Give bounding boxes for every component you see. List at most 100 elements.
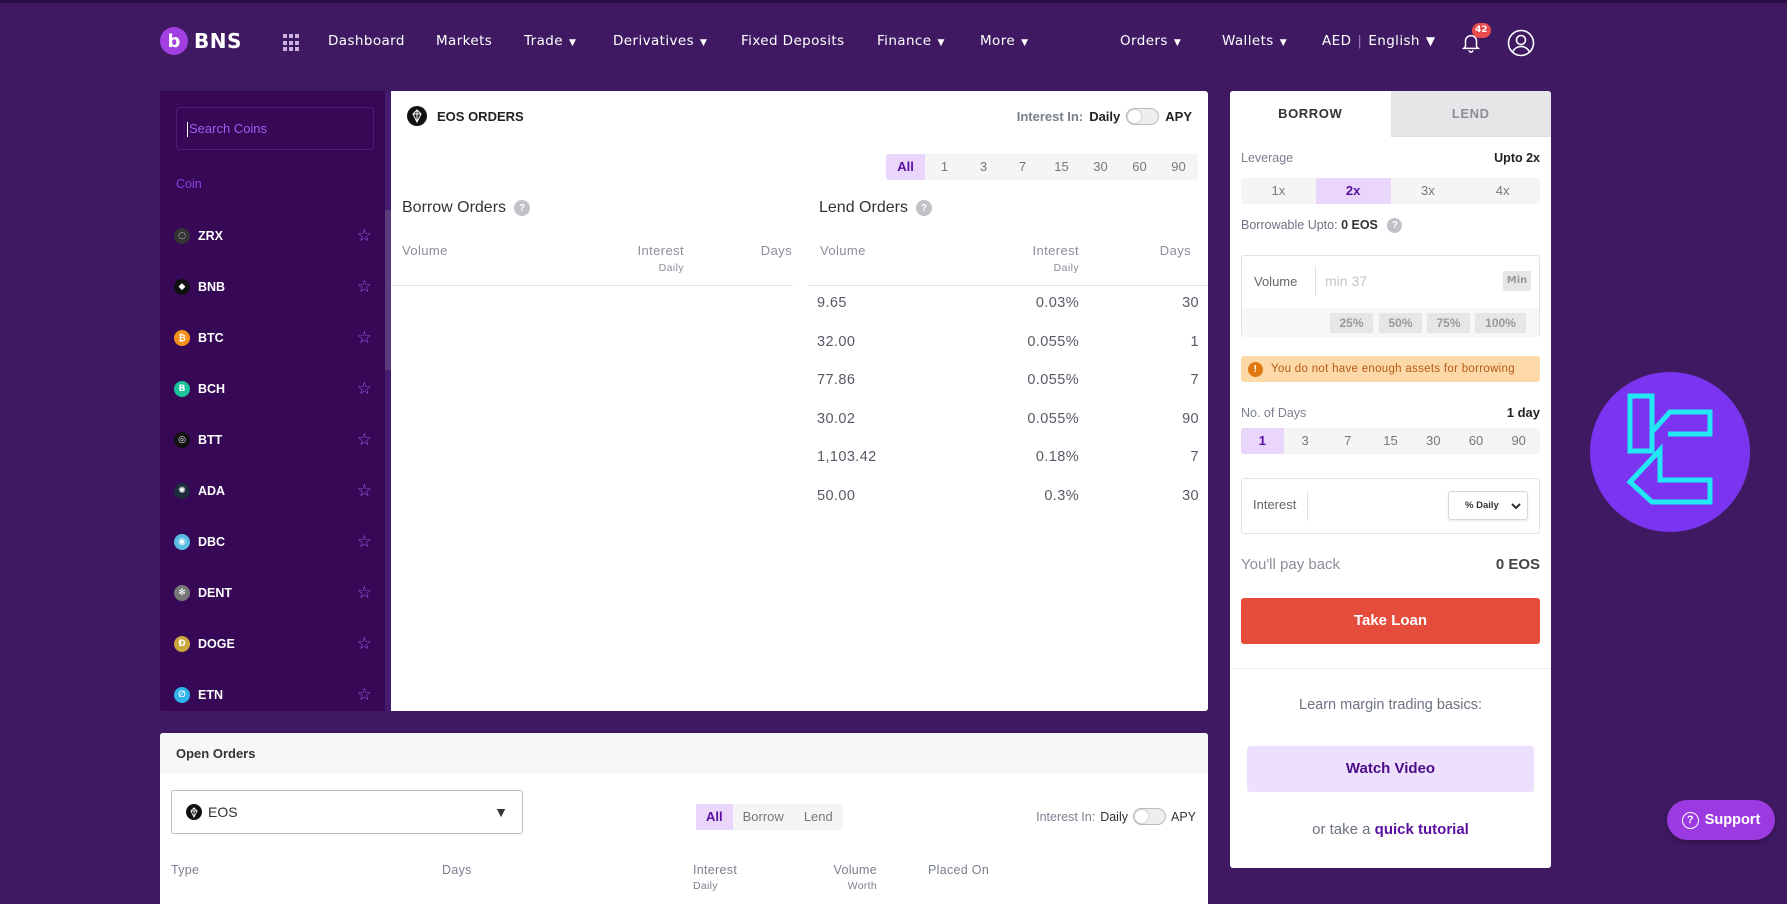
- leverage-selector: 1x 2x 3x 4x: [1241, 178, 1540, 204]
- support-button[interactable]: ? Support: [1667, 800, 1775, 840]
- coin-row-etn[interactable]: ∅ ETN ☆: [174, 683, 374, 707]
- lend-order-row[interactable]: 1,103.42 0.18% 7: [391, 449, 1208, 469]
- daily-apy-switch[interactable]: [1132, 808, 1166, 825]
- coin-row-ada[interactable]: ✺ ADA ☆: [174, 479, 374, 503]
- lend-order-row[interactable]: 30.02 0.055% 90: [391, 411, 1208, 431]
- nav-finance[interactable]: Finance ▼: [877, 33, 945, 49]
- favorite-star-icon[interactable]: ☆: [357, 634, 372, 654]
- tutorial-text: or take a quick tutorial: [1312, 821, 1469, 838]
- leverage-option-2x[interactable]: 2x: [1315, 178, 1391, 204]
- lend-order-row[interactable]: 77.86 0.055% 7: [391, 372, 1208, 392]
- help-icon[interactable]: ?: [514, 200, 531, 216]
- help-icon[interactable]: ?: [915, 200, 932, 216]
- leverage-option-3x[interactable]: 3x: [1391, 178, 1466, 204]
- nav-derivatives[interactable]: Derivatives ▼: [613, 33, 707, 49]
- nav-orders[interactable]: Orders ▼: [1120, 33, 1181, 49]
- days-value: 1 day: [1506, 405, 1540, 420]
- favorite-star-icon[interactable]: ☆: [357, 379, 372, 399]
- percent-button-100[interactable]: 100%: [1475, 313, 1526, 333]
- nav-markets[interactable]: Markets: [436, 33, 492, 49]
- favorite-star-icon[interactable]: ☆: [357, 532, 372, 552]
- doge-icon: Ð: [174, 636, 190, 652]
- lend-order-row[interactable]: 32.00 0.055% 1: [391, 334, 1208, 354]
- favorite-star-icon[interactable]: ☆: [357, 430, 372, 450]
- coin-row-dbc[interactable]: ◉ DBC ☆: [174, 530, 374, 554]
- day-filter-7[interactable]: 7: [1003, 154, 1042, 180]
- lend-order-row[interactable]: 50.00 0.3% 30: [391, 488, 1208, 508]
- day-filter-15[interactable]: 15: [1042, 154, 1081, 180]
- nav-fixed-deposits[interactable]: Fixed Deposits: [741, 33, 845, 49]
- lend-order-row[interactable]: 9.65 0.03% 30: [391, 295, 1208, 315]
- nav-trade[interactable]: Trade ▼: [524, 33, 576, 49]
- coin-row-bch[interactable]: B BCH ☆: [174, 377, 374, 401]
- help-icon[interactable]: ?: [1387, 218, 1403, 234]
- days-option-7[interactable]: 7: [1326, 428, 1369, 454]
- type-filter-all[interactable]: All: [696, 804, 733, 830]
- coin-row-dent[interactable]: ✻ DENT ☆: [174, 581, 374, 605]
- lend-volume: 77.86: [817, 372, 856, 388]
- take-loan-button[interactable]: Take Loan: [1241, 598, 1540, 644]
- percent-button-50[interactable]: 50%: [1379, 313, 1422, 333]
- percent-button-25[interactable]: 25%: [1330, 313, 1373, 333]
- day-filter-all[interactable]: All: [886, 154, 925, 180]
- currency-language-selector[interactable]: AED | English ▼: [1322, 33, 1436, 49]
- col-volume: Volume Worth: [833, 863, 877, 892]
- leverage-option-1x[interactable]: 1x: [1241, 178, 1316, 204]
- nav-more[interactable]: More ▼: [980, 33, 1028, 49]
- search-coins-input[interactable]: Search Coins: [176, 107, 374, 150]
- leverage-option-4x[interactable]: 4x: [1465, 178, 1540, 204]
- watch-video-button[interactable]: Watch Video: [1247, 746, 1534, 792]
- nav-dashboard[interactable]: Dashboard: [328, 33, 405, 49]
- interest-unit-toggle: Interest In: Daily APY: [1036, 808, 1196, 825]
- day-filter-30[interactable]: 30: [1081, 154, 1120, 180]
- days-option-60[interactable]: 60: [1455, 428, 1498, 454]
- coin-symbol: BNB: [198, 280, 226, 294]
- apps-grid-icon[interactable]: [283, 34, 301, 52]
- coin-row-btc[interactable]: ₿ BTC ☆: [174, 326, 374, 350]
- user-account-icon[interactable]: [1507, 29, 1535, 57]
- eos-coin-icon: [186, 804, 202, 820]
- min-button[interactable]: Min: [1503, 271, 1531, 291]
- type-filter-borrow[interactable]: Borrow: [733, 804, 794, 830]
- brand-logo[interactable]: b BNS: [160, 27, 242, 55]
- open-orders-header: Open Orders: [160, 733, 1208, 773]
- percent-button-75[interactable]: 75%: [1427, 313, 1470, 333]
- lend-volume: 9.65: [817, 295, 847, 311]
- day-filter-90[interactable]: 90: [1159, 154, 1198, 180]
- coin-select-dropdown[interactable]: EOS ▼: [171, 790, 523, 834]
- caret-down-icon: ▼: [1021, 38, 1029, 48]
- daily-apy-switch[interactable]: [1126, 108, 1160, 125]
- coin-symbol: BTC: [198, 331, 224, 345]
- volume-input[interactable]: min 37: [1325, 273, 1367, 289]
- interest-unit-select[interactable]: % Daily: [1448, 491, 1528, 520]
- nav-wallets[interactable]: Wallets ▼: [1222, 33, 1287, 49]
- lend-interest: 0.18%: [1035, 449, 1079, 465]
- days-option-3[interactable]: 3: [1284, 428, 1327, 454]
- favorite-star-icon[interactable]: ☆: [357, 277, 372, 297]
- coin-row-doge[interactable]: Ð DOGE ☆: [174, 632, 374, 656]
- type-filter-lend[interactable]: Lend: [794, 804, 843, 830]
- days-option-15[interactable]: 15: [1369, 428, 1412, 454]
- coin-row-zrx[interactable]: ◌ ZRX ☆: [174, 224, 374, 248]
- days-option-1[interactable]: 1: [1241, 428, 1284, 454]
- day-filter-60[interactable]: 60: [1120, 154, 1159, 180]
- coin-row-btt[interactable]: ◎ BTT ☆: [174, 428, 374, 452]
- days-option-30[interactable]: 30: [1412, 428, 1455, 454]
- coin-row-bnb[interactable]: ◆ BNB ☆: [174, 275, 374, 299]
- days-option-90[interactable]: 90: [1497, 428, 1540, 454]
- favorite-star-icon[interactable]: ☆: [357, 685, 372, 705]
- lend-days: 30: [1182, 487, 1199, 504]
- favorite-star-icon[interactable]: ☆: [357, 328, 372, 348]
- col-type: Type: [171, 863, 200, 877]
- favorite-star-icon[interactable]: ☆: [357, 583, 372, 603]
- day-filter-1[interactable]: 1: [925, 154, 964, 180]
- tab-borrow[interactable]: BORROW: [1230, 91, 1391, 137]
- tab-lend[interactable]: LEND: [1390, 91, 1551, 137]
- quick-tutorial-link[interactable]: quick tutorial: [1375, 821, 1469, 838]
- favorite-star-icon[interactable]: ☆: [357, 226, 372, 246]
- favorite-star-icon[interactable]: ☆: [357, 481, 372, 501]
- lend-col-days: Days: [1159, 243, 1191, 258]
- day-filter-3[interactable]: 3: [964, 154, 1003, 180]
- eos-coin-icon: [407, 106, 427, 126]
- lend-col-interest: Interest Daily: [1032, 243, 1079, 274]
